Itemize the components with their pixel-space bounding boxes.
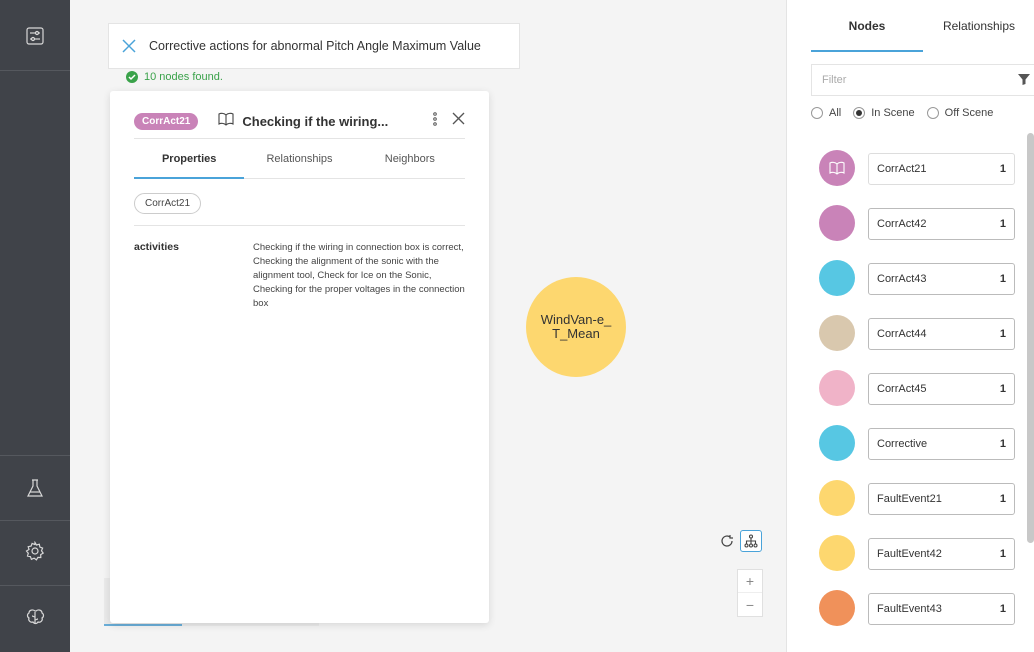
- brain-icon: [26, 609, 45, 625]
- hierarchy-icon: [744, 534, 758, 548]
- close-icon: [452, 112, 465, 125]
- node-detail-panel: CorrAct21 Checking if the wiring... Prop…: [110, 91, 489, 623]
- gear-icon: [25, 541, 45, 561]
- search-query: Corrective actions for abnormal Pitch An…: [149, 39, 481, 53]
- list-item[interactable]: CorrAct43 1: [811, 260, 1021, 315]
- node-color-swatch: [819, 150, 855, 186]
- results-count-text: 10 nodes found.: [144, 71, 223, 83]
- scene-filter-radios: All In Scene Off Scene: [811, 107, 993, 119]
- tab-neighbors[interactable]: Neighbors: [355, 139, 465, 178]
- property-key: activities: [134, 241, 179, 253]
- right-panel-tabs: Nodes Relationships: [811, 0, 1034, 52]
- close-icon: [122, 39, 136, 53]
- right-panel: Nodes Relationships Filter All In Scene …: [786, 0, 1034, 652]
- tab-properties[interactable]: Properties: [134, 139, 245, 179]
- node-color-swatch: [819, 425, 855, 461]
- sidebar-lab-button[interactable]: [0, 470, 70, 506]
- node-list-scrollbar[interactable]: [1027, 133, 1034, 652]
- zoom-in-button[interactable]: +: [738, 570, 762, 593]
- node-entry-box[interactable]: CorrAct42 1: [868, 208, 1015, 240]
- tab-relationships[interactable]: Relationships: [923, 0, 1034, 52]
- clear-search-button[interactable]: [109, 39, 149, 53]
- book-icon: [218, 112, 234, 131]
- sidebar-settings-button[interactable]: [0, 533, 70, 569]
- node-entry-box[interactable]: FaultEvent21 1: [868, 483, 1015, 515]
- node-entry-box[interactable]: CorrAct21 1: [868, 153, 1015, 185]
- radio-off-scene[interactable]: Off Scene: [926, 107, 993, 119]
- flask-icon: [27, 479, 43, 497]
- check-icon: [126, 71, 138, 83]
- list-item[interactable]: FaultEvent43 1: [811, 590, 1021, 645]
- list-item[interactable]: CorrAct45 1: [811, 370, 1021, 425]
- node-color-swatch: [819, 370, 855, 406]
- node-entry-box[interactable]: CorrAct45 1: [868, 373, 1015, 405]
- left-sidebar: [0, 0, 70, 652]
- more-options-button[interactable]: [432, 111, 438, 131]
- node-list: CorrAct21 1 CorrAct42 1 CorrAct43 1 CorrAct…: [811, 150, 1021, 645]
- kebab-icon: [433, 111, 437, 126]
- filter-placeholder: Filter: [822, 74, 847, 86]
- node-color-swatch: [819, 315, 855, 351]
- node-color-swatch: [819, 205, 855, 241]
- sidebar-divider: [0, 70, 70, 71]
- node-entry-box[interactable]: FaultEvent42 1: [868, 538, 1015, 570]
- radio-all[interactable]: All: [811, 107, 841, 119]
- property-value: Checking if the wiring in connection box…: [253, 242, 465, 309]
- close-panel-button[interactable]: [452, 112, 465, 130]
- node-color-swatch: [819, 590, 855, 626]
- book-icon: [829, 161, 845, 175]
- panel-header: CorrAct21 Checking if the wiring...: [134, 103, 465, 139]
- node-label-pill[interactable]: CorrAct21: [134, 193, 202, 214]
- list-item[interactable]: Corrective 1: [811, 425, 1021, 480]
- node-color-swatch: [819, 480, 855, 516]
- zoom-out-button[interactable]: −: [738, 593, 762, 616]
- panel-title: Checking if the wiring...: [242, 113, 389, 129]
- reset-layout-button[interactable]: [717, 530, 737, 552]
- graph-node[interactable]: WindVan-e_T_Mean: [526, 277, 626, 377]
- scrollbar-thumb[interactable]: [1027, 133, 1034, 543]
- node-entry-box[interactable]: CorrAct44 1: [868, 318, 1015, 350]
- sidebar-divider: [0, 455, 70, 456]
- sliders-icon: [26, 27, 44, 45]
- tab-relationships[interactable]: Relationships: [244, 139, 354, 178]
- node-entry-box[interactable]: FaultEvent43 1: [868, 593, 1015, 625]
- node-entry-box[interactable]: CorrAct43 1: [868, 263, 1015, 295]
- sidebar-brain-button[interactable]: [0, 600, 70, 636]
- search-bar: Corrective actions for abnormal Pitch An…: [108, 23, 520, 69]
- list-item[interactable]: FaultEvent21 1: [811, 480, 1021, 535]
- filter-input[interactable]: Filter: [811, 64, 1034, 96]
- search-results-status: 10 nodes found.: [126, 71, 223, 83]
- filter-icon[interactable]: [1018, 73, 1030, 88]
- radio-in-scene[interactable]: In Scene: [853, 107, 915, 119]
- divider: [134, 225, 465, 226]
- list-item[interactable]: CorrAct42 1: [811, 205, 1021, 260]
- sidebar-settings-panel-button[interactable]: [0, 18, 70, 54]
- hierarchy-layout-button[interactable]: [740, 530, 762, 552]
- zoom-controls: + −: [737, 569, 763, 617]
- list-item[interactable]: CorrAct21 1: [811, 150, 1021, 205]
- refresh-icon: [721, 535, 733, 547]
- node-color-swatch: [819, 260, 855, 296]
- list-item[interactable]: CorrAct44 1: [811, 315, 1021, 370]
- node-entry-box[interactable]: Corrective 1: [868, 428, 1015, 460]
- node-color-swatch: [819, 535, 855, 571]
- panel-tabs: Properties Relationships Neighbors: [134, 138, 465, 179]
- node-label-chip[interactable]: CorrAct21: [134, 112, 199, 130]
- sidebar-divider: [0, 520, 70, 521]
- list-item[interactable]: FaultEvent42 1: [811, 535, 1021, 590]
- tab-nodes[interactable]: Nodes: [811, 0, 923, 52]
- sidebar-divider: [0, 585, 70, 586]
